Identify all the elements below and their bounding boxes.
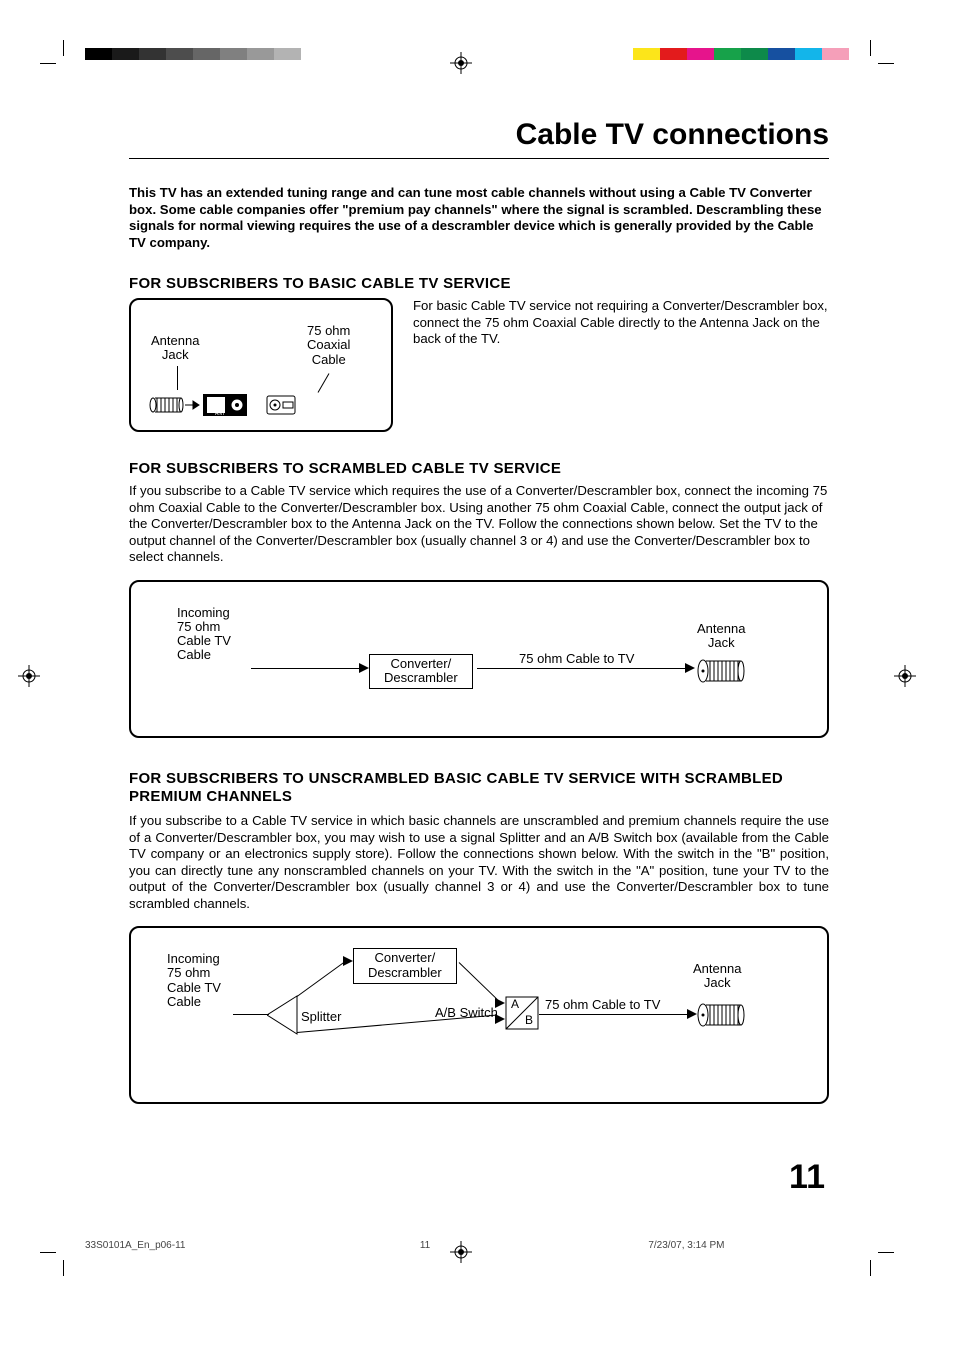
diagram-basic: Antenna Jack 75 ohm Coaxial Cable ANT <box>129 298 393 432</box>
label-incoming-cable: Incoming 75 ohm Cable TV Cable <box>167 952 221 1009</box>
color-bar-cmyk <box>633 48 849 60</box>
crop-mark <box>878 1252 894 1253</box>
leader-line <box>177 366 178 390</box>
arrow-line <box>233 1014 269 1015</box>
splitter-icon <box>267 994 299 1036</box>
section2-text: If you subscribe to a Cable TV service w… <box>129 483 829 566</box>
coax-jack-icon <box>697 658 747 684</box>
footer-timestamp: 7/23/07, 3:14 PM <box>538 1240 875 1251</box>
arrow-head-icon <box>685 663 695 673</box>
crop-mark <box>40 63 56 64</box>
footer: 33S0101A_En_p06-11 11 7/23/07, 3:14 PM <box>85 1240 875 1251</box>
label-antenna-jack: Antenna Jack <box>151 334 199 363</box>
converter-box: Converter/ Descrambler <box>369 654 473 690</box>
label-cable-to-tv: 75 ohm Cable to TV <box>545 998 660 1012</box>
section3-heading: FOR SUBSCRIBERS TO UNSCRAMBLED BASIC CAB… <box>129 770 829 808</box>
footer-filename: 33S0101A_En_p06-11 <box>85 1240 312 1251</box>
diagram-splitter: Incoming 75 ohm Cable TV Cable Splitter … <box>129 926 829 1104</box>
crop-mark <box>63 40 64 56</box>
arrow-line <box>297 961 346 997</box>
intro-text: This TV has an extended tuning range and… <box>129 185 829 251</box>
registration-mark-icon <box>894 665 916 687</box>
arrow-head-icon <box>359 663 369 673</box>
label-incoming-cable: Incoming 75 ohm Cable TV Cable <box>177 606 231 663</box>
section1-heading: FOR SUBSCRIBERS TO BASIC CABLE TV SERVIC… <box>129 275 829 292</box>
antenna-port-icon: ANT <box>145 392 265 420</box>
footer-page: 11 <box>312 1240 539 1251</box>
arrow-line <box>539 1014 689 1015</box>
section1-text: For basic Cable TV service not requiring… <box>413 298 829 432</box>
page-number: 11 <box>789 1158 825 1197</box>
label-a: A <box>511 998 519 1011</box>
section2-heading: FOR SUBSCRIBERS TO SCRAMBLED CABLE TV SE… <box>129 460 829 477</box>
label-antenna-jack: Antenna Jack <box>697 622 745 651</box>
wall-jack-icon <box>263 394 303 416</box>
label-b: B <box>525 1014 533 1027</box>
label-splitter: Splitter <box>301 1010 341 1024</box>
crop-mark <box>40 1252 56 1253</box>
converter-label: Converter/ Descrambler <box>384 656 458 686</box>
svg-text:ANT: ANT <box>215 411 225 417</box>
crop-mark <box>870 40 871 56</box>
page-title: Cable TV connections <box>129 118 829 152</box>
label-antenna-jack: Antenna Jack <box>693 962 741 991</box>
arrow-head-icon <box>687 1009 697 1019</box>
crop-mark <box>870 1260 871 1276</box>
label-ab-switch: A/B Switch <box>435 1006 498 1020</box>
title-area: Cable TV connections <box>129 118 829 159</box>
converter-box: Converter/ Descrambler <box>353 948 457 984</box>
coax-jack-icon <box>697 1002 747 1028</box>
page-content: Cable TV connections This TV has an exte… <box>129 118 829 1122</box>
color-bar-grayscale <box>85 48 301 60</box>
arrow-line <box>477 668 687 669</box>
label-cable-to-tv: 75 ohm Cable to TV <box>519 652 634 666</box>
arrow-line <box>251 668 361 669</box>
registration-mark-icon <box>450 52 472 74</box>
crop-mark <box>63 1260 64 1276</box>
crop-mark <box>878 63 894 64</box>
registration-mark-icon <box>18 665 40 687</box>
section3-text: If you subscribe to a Cable TV service i… <box>129 813 829 912</box>
converter-label: Converter/ Descrambler <box>368 950 442 980</box>
diagram-scrambled: Incoming 75 ohm Cable TV Cable Converter… <box>129 580 829 738</box>
leader-line <box>318 373 330 393</box>
label-coax-cable: 75 ohm Coaxial Cable <box>307 324 350 367</box>
arrow-head-icon <box>343 956 353 966</box>
